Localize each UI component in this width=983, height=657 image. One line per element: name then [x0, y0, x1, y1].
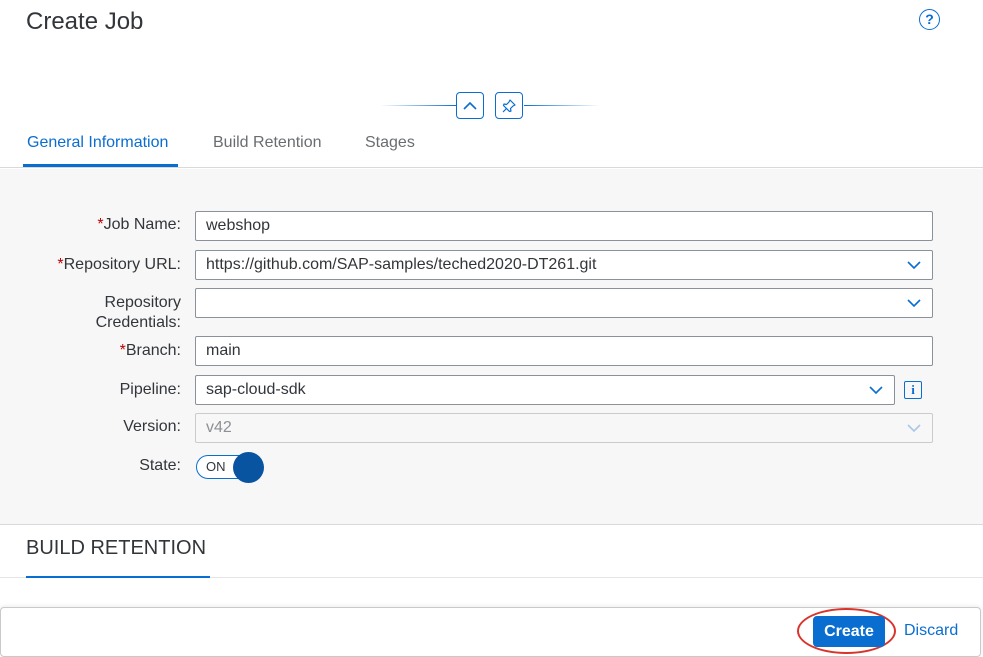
version-value: v42	[206, 419, 232, 436]
branch-label: *Branch:	[119, 342, 181, 359]
section-title-underline	[26, 576, 210, 578]
repository-credentials-combobox[interactable]	[195, 288, 933, 318]
object-page-header: Create Job ? General Information Build R…	[0, 0, 983, 168]
state-label: State:	[139, 457, 181, 474]
repository-url-value: https://github.com/SAP-samples/teched202…	[206, 256, 597, 273]
create-button[interactable]: Create	[813, 616, 885, 647]
discard-button[interactable]: Discard	[904, 622, 958, 640]
collapse-header-button[interactable]	[456, 92, 484, 119]
job-name-label: *Job Name:	[97, 216, 181, 233]
page-title: Create Job	[26, 8, 144, 35]
pipeline-value: sap-cloud-sdk	[206, 381, 306, 398]
job-name-input[interactable]: webshop	[195, 211, 933, 241]
version-label: Version:	[123, 418, 181, 435]
pushpin-icon	[502, 98, 516, 112]
switch-state-text: ON	[206, 459, 226, 474]
help-icon[interactable]: ?	[919, 9, 940, 30]
chevron-down-icon[interactable]	[869, 385, 883, 395]
repository-credentials-label: Repository Credentials:	[95, 294, 181, 331]
version-select: v42	[195, 413, 933, 443]
chevron-up-icon	[463, 101, 477, 110]
info-icon[interactable]: i	[904, 381, 922, 399]
header-divider-left	[380, 105, 456, 106]
section-title-build-retention: BUILD RETENTION	[26, 537, 207, 559]
active-tab-indicator	[23, 164, 178, 167]
tab-stages[interactable]: Stages	[365, 134, 415, 152]
repository-url-combobox[interactable]: https://github.com/SAP-samples/teched202…	[195, 250, 933, 280]
pin-header-button[interactable]	[495, 92, 523, 119]
pipeline-label: Pipeline:	[119, 381, 181, 398]
chevron-down-icon[interactable]	[907, 298, 921, 308]
pipeline-select[interactable]: sap-cloud-sdk	[195, 375, 895, 405]
header-divider-right	[524, 105, 600, 106]
tab-build-retention[interactable]: Build Retention	[213, 134, 322, 152]
chevron-down-icon[interactable]	[907, 260, 921, 270]
branch-input[interactable]: main	[195, 336, 933, 366]
repository-url-label: *Repository URL:	[57, 256, 181, 273]
switch-handle	[233, 452, 264, 483]
tab-general-information[interactable]: General Information	[27, 134, 168, 152]
chevron-down-icon	[907, 424, 921, 433]
state-switch[interactable]: ON	[196, 452, 264, 483]
